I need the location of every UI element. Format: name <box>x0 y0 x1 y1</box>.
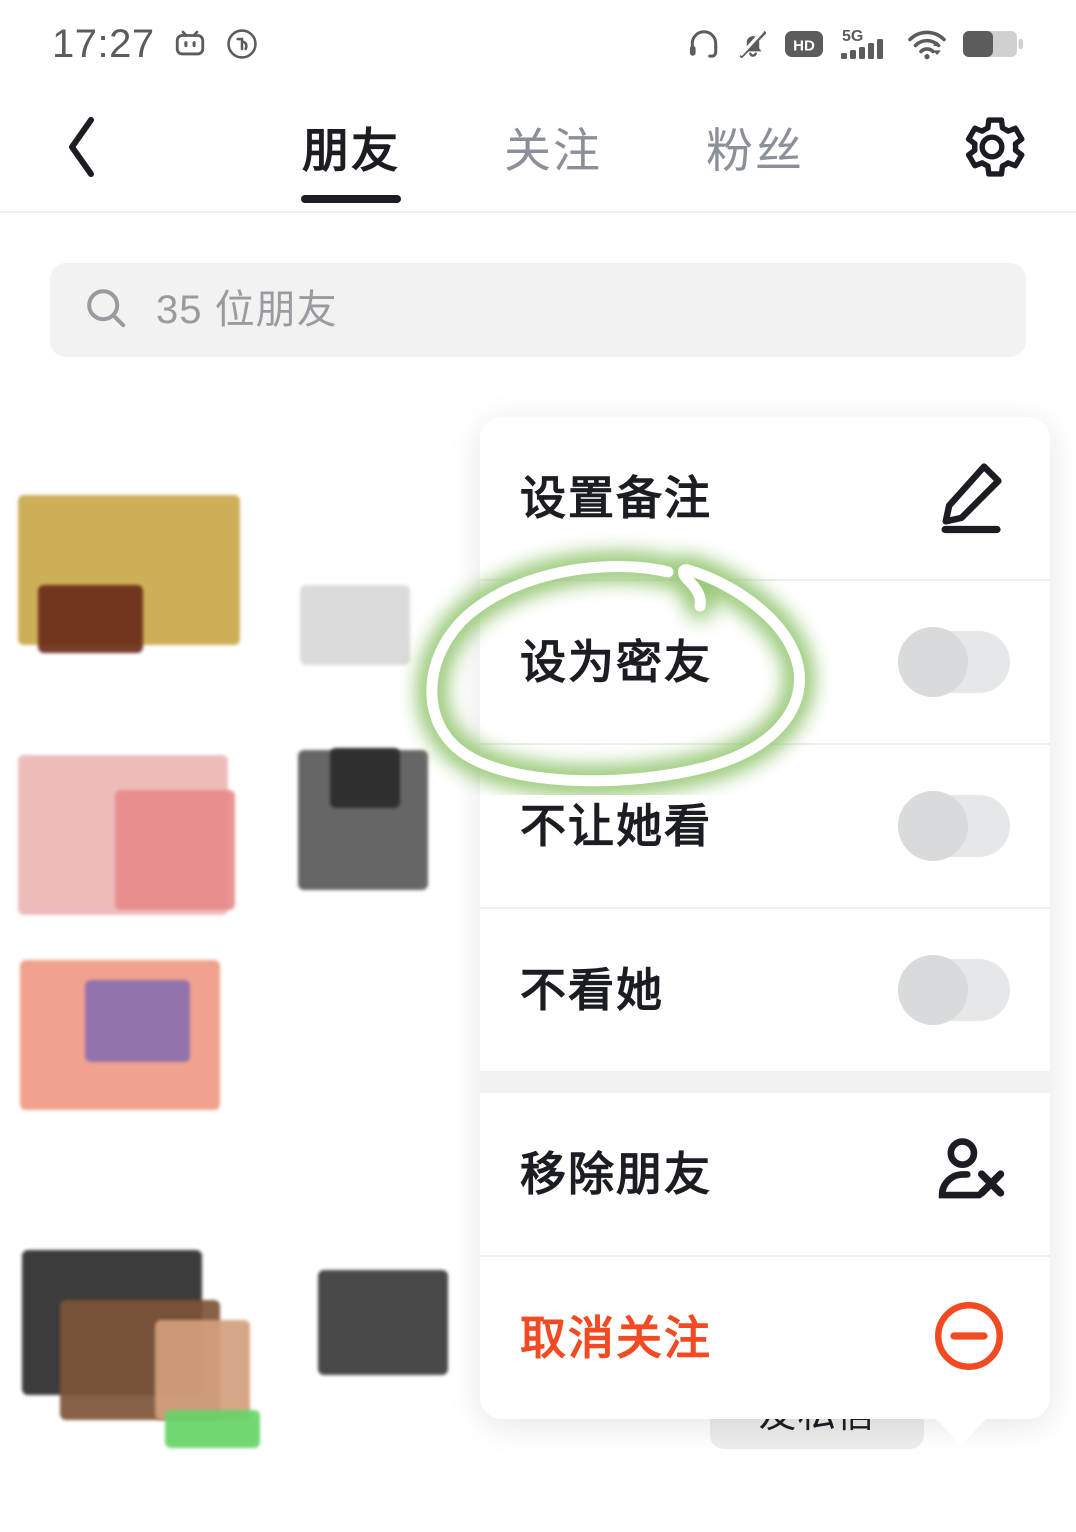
status-clock: 17:27 <box>52 22 155 66</box>
hd-label-text: HD <box>793 38 815 55</box>
chevron-left-icon <box>60 114 106 185</box>
friend-options-popup: 设置备注 设为密友 不让她看 不看她 移除朋友 取消关注 <box>480 417 1050 1445</box>
tab-following-label: 关注 <box>504 124 602 177</box>
menu-item-set-close-friend-label: 设为密友 <box>520 636 712 688</box>
menu-item-remove-friend-label: 移除朋友 <box>520 1148 712 1200</box>
redaction-mark <box>318 1270 448 1375</box>
headphones-icon <box>686 26 722 62</box>
tab-followers-label: 粉丝 <box>706 124 804 177</box>
menu-item-hide-from-her[interactable]: 不让她看 <box>480 745 1050 907</box>
menu-section-gap <box>480 1071 1050 1093</box>
tab-following[interactable]: 关注 <box>452 88 654 213</box>
redaction-mark <box>85 980 190 1062</box>
redaction-mark <box>300 585 410 665</box>
tab-friends[interactable]: 朋友 <box>250 88 452 213</box>
redaction-mark <box>330 748 400 808</box>
back-button[interactable] <box>48 115 118 185</box>
popup-inner: 设置备注 设为密友 不让她看 不看她 移除朋友 取消关注 <box>480 417 1050 1419</box>
person-x-icon <box>926 1130 1010 1219</box>
tab-active-underline <box>301 195 401 203</box>
hd-icon: HD <box>784 29 824 59</box>
signal-5g-icon: 5G <box>838 25 892 63</box>
tab-friends-label: 朋友 <box>302 124 400 177</box>
menu-item-set-remark-label: 设置备注 <box>520 472 712 524</box>
tab-strip: 朋友 关注 粉丝 <box>250 88 856 213</box>
menu-item-mute-her-label: 不看她 <box>520 964 664 1016</box>
redaction-mark <box>155 1320 250 1420</box>
settings-button[interactable] <box>952 110 1032 190</box>
mute-her-toggle[interactable] <box>898 955 1010 1025</box>
battery-icon <box>962 27 1024 61</box>
status-bar: 17:27 HD 5G <box>0 0 1076 88</box>
tv-icon <box>173 27 207 61</box>
redaction-mark <box>38 585 143 653</box>
menu-item-set-close-friend[interactable]: 设为密友 <box>480 581 1050 743</box>
menu-item-remove-friend[interactable]: 移除朋友 <box>480 1093 1050 1255</box>
gear-icon <box>954 109 1030 190</box>
tab-followers[interactable]: 粉丝 <box>654 88 856 213</box>
redaction-mark <box>165 1410 260 1448</box>
search-placeholder: 35 位朋友 <box>156 288 338 332</box>
toggle-knob <box>898 791 968 861</box>
popup-tail <box>934 1417 988 1445</box>
toggle-knob <box>898 627 968 697</box>
menu-item-hide-from-her-label: 不让她看 <box>520 800 712 852</box>
search-input[interactable]: 35 位朋友 <box>50 263 1026 357</box>
menu-item-unfollow[interactable]: 取消关注 <box>480 1257 1050 1419</box>
bell-muted-icon <box>736 27 770 61</box>
status-bar-right: HD 5G <box>686 25 1024 63</box>
menu-item-set-remark[interactable]: 设置备注 <box>480 417 1050 579</box>
menu-item-mute-her[interactable]: 不看她 <box>480 909 1050 1071</box>
toggle-knob <box>898 955 968 1025</box>
app-screen: 17:27 HD 5G 朋友 关注 粉丝 35 位朋友 设置备注 设为密友 不让… <box>0 0 1076 1532</box>
circled-badge-icon <box>225 27 259 61</box>
minus-circle-icon <box>928 1295 1010 1382</box>
top-nav-bar: 朋友 关注 粉丝 <box>0 88 1076 213</box>
redaction-mark <box>115 790 235 910</box>
menu-item-unfollow-label: 取消关注 <box>520 1312 712 1364</box>
pencil-icon <box>928 455 1010 542</box>
search-icon <box>82 284 130 337</box>
wifi-icon <box>906 27 948 61</box>
network-label-text: 5G <box>842 28 863 45</box>
status-bar-left: 17:27 <box>52 24 259 64</box>
hide-from-her-toggle[interactable] <box>898 791 1010 861</box>
close-friend-toggle[interactable] <box>898 627 1010 697</box>
